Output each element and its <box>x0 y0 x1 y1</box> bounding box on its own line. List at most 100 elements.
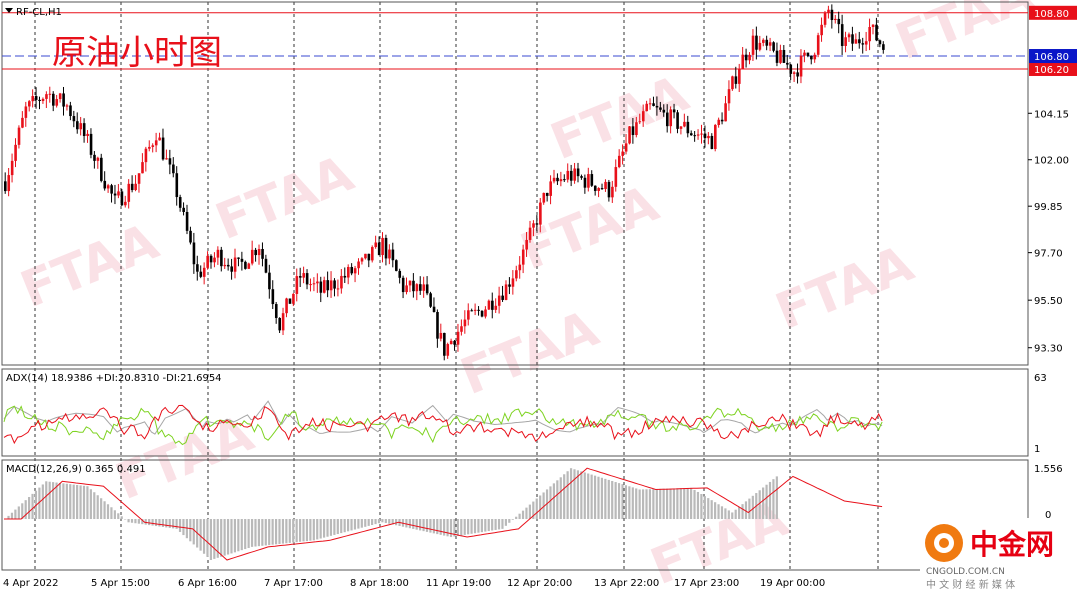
candle-body <box>683 121 686 127</box>
macd-histogram-bar <box>587 473 590 520</box>
macd-histogram-bar <box>319 519 322 539</box>
macd-histogram-bar <box>220 519 223 557</box>
macd-histogram-bar <box>748 498 751 520</box>
macd-histogram-bar <box>261 519 264 546</box>
macd-histogram-bar <box>281 519 285 544</box>
macd-histogram-bar <box>134 519 137 524</box>
candle-body <box>178 197 182 208</box>
watermark-text: FTAA <box>208 144 361 251</box>
macd-histogram-bar <box>566 471 569 520</box>
macd-histogram-bar <box>48 481 51 520</box>
candle-body <box>233 257 237 272</box>
macd-histogram-bar <box>720 506 724 520</box>
macd-histogram-bar <box>69 484 72 520</box>
macd-histogram-bar <box>268 519 271 546</box>
macd-histogram-bar <box>604 478 607 520</box>
candle-body <box>573 168 576 181</box>
macd-histogram-bar <box>676 488 679 520</box>
macd-histogram-bar <box>322 519 326 538</box>
candle-body <box>202 267 206 277</box>
candle-body <box>343 275 347 278</box>
macd-histogram-bar <box>130 519 134 523</box>
macd-histogram-bar <box>405 519 408 528</box>
candle-body <box>436 311 439 339</box>
macd-histogram-bar <box>137 519 140 524</box>
candle-body <box>206 255 209 268</box>
macd-histogram-bar <box>257 519 261 547</box>
candle-body <box>775 50 779 63</box>
macd-histogram-bar <box>714 502 717 520</box>
macd-histogram-bar <box>14 509 17 520</box>
candle-body <box>792 72 796 74</box>
macd-histogram-bar <box>151 519 154 526</box>
candle-body <box>374 242 378 248</box>
macd-histogram-bar <box>117 513 120 520</box>
candle-body <box>124 201 127 206</box>
candle-body <box>31 96 35 102</box>
candle-body <box>861 43 865 45</box>
candle-body <box>628 126 631 144</box>
candle-body <box>439 332 443 339</box>
macd-histogram-bar <box>316 519 319 540</box>
chart-canvas[interactable]: FTAAFTAAFTAAFTAAFTAAFTAAFTAAFTAAFTAA 108… <box>0 0 1080 593</box>
candle-body <box>196 264 199 272</box>
candle-body <box>48 93 52 95</box>
time-label: 17 Apr 23:00 <box>674 578 739 589</box>
candle-body <box>662 109 666 113</box>
macd-histogram-bar <box>484 519 487 532</box>
candle-body <box>545 192 549 196</box>
macd-histogram-bar <box>449 519 453 538</box>
candle-body <box>443 332 446 356</box>
chart-window: FTAA FTAA FTAA FTAA FTAA FTAA FTAA FTAA FTAA 108… <box>0 0 1080 593</box>
candle-body <box>412 280 415 292</box>
candle-body <box>82 123 86 137</box>
watermark-text: FTAA <box>888 0 1041 71</box>
macd-histogram-bar <box>100 498 103 520</box>
candle-body <box>388 249 391 259</box>
macd-histogram-bar <box>79 485 82 520</box>
macd-histogram-bar <box>456 519 459 536</box>
macd-histogram-bar <box>309 519 312 541</box>
macd-histogram-bar <box>638 489 641 520</box>
candle-body <box>401 277 405 293</box>
macd-histogram-bar <box>223 519 226 556</box>
candle-body <box>525 239 528 250</box>
candle-body <box>463 319 467 327</box>
candle-body <box>247 263 251 269</box>
level-label: 106.20 <box>1034 65 1069 76</box>
watermark-text: FTAA <box>13 212 166 319</box>
watermark-layer: FTAAFTAAFTAAFTAAFTAAFTAAFTAAFTAAFTAA <box>13 0 1041 593</box>
macd-histogram-bar <box>58 482 62 520</box>
macd-histogram-bar <box>106 504 110 520</box>
candle-body <box>515 270 518 279</box>
time-label: 6 Apr 16:00 <box>178 578 237 589</box>
candle-body <box>765 39 769 46</box>
candle-body <box>364 253 367 259</box>
macd-histogram-bar <box>103 501 106 520</box>
macd-histogram-bar <box>254 519 257 547</box>
candle-body <box>106 185 110 189</box>
macd-histogram-bar <box>707 498 710 520</box>
candle-body <box>76 121 79 130</box>
macd-histogram-bar <box>209 519 212 560</box>
macd-histogram-bar <box>233 519 237 553</box>
macd-histogram-bar <box>672 488 676 520</box>
candle-body <box>93 154 96 161</box>
candle-body <box>521 249 525 265</box>
brand-tagline: 中 文 财 经 新 媒 体 <box>926 578 1015 591</box>
candle-body <box>587 174 590 188</box>
macd-histogram-bar <box>607 479 610 520</box>
candle-body <box>837 18 841 25</box>
candle-body <box>508 284 511 287</box>
macd-histogram-bar <box>28 497 31 520</box>
macd-histogram-bar <box>175 519 178 529</box>
symbol-dropdown-icon[interactable] <box>5 8 13 13</box>
candle-body <box>501 295 504 300</box>
candle-body <box>336 288 340 290</box>
macd-histogram-bar <box>467 519 470 535</box>
macd-histogram-bar <box>443 519 446 536</box>
candle-body <box>518 264 522 271</box>
candle-body <box>137 173 141 184</box>
macd-histogram-bar <box>693 489 696 520</box>
macd-histogram-bar <box>371 519 374 525</box>
